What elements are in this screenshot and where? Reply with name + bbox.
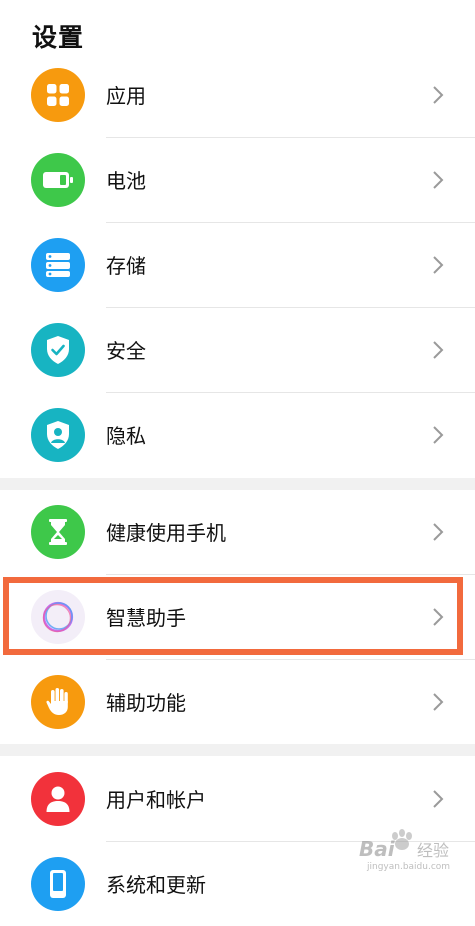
chevron-right-icon [433,425,444,444]
settings-item-privacy[interactable]: 隐私 [0,392,475,477]
chevron-right-icon [433,340,444,359]
privacy-shield-icon [31,407,85,462]
chevron-right-icon [433,170,444,189]
chevron-right-icon [433,522,444,541]
storage-icon [31,237,85,292]
chevron-right-icon [433,692,444,711]
settings-item-label: 电池 [106,169,146,193]
chevron-right-icon [433,607,444,626]
settings-item-label: 隐私 [106,424,146,448]
shield-check-icon [31,322,85,377]
chevron-right-icon [433,255,444,274]
user-icon [31,771,85,826]
chevron-right-icon [433,789,444,808]
settings-item-storage[interactable]: 存储 [0,222,475,307]
hand-icon [31,674,85,729]
battery-icon [31,152,85,207]
settings-item-security[interactable]: 安全 [0,307,475,392]
page-title: 设置 [32,23,85,52]
settings-item-label: 存储 [106,254,146,278]
settings-item-label: 健康使用手机 [106,521,226,545]
settings-item-label: 安全 [106,339,146,363]
settings-item-label: 用户和帐户 [106,788,206,812]
chevron-right-icon [433,85,444,104]
settings-item-label: 应用 [106,84,146,108]
settings-item-accessibility[interactable]: 辅助功能 [0,659,475,744]
settings-item-battery[interactable]: 电池 [0,137,475,222]
settings-item-label: 系统和更新 [106,873,206,897]
baidu-jingyan-watermark: Bai 经验 jingyan.baidu.com [359,829,450,872]
section-gap [0,744,475,756]
settings-item-label: 辅助功能 [106,691,186,715]
svg-text:jingyan.baidu.com: jingyan.baidu.com [366,862,450,872]
svg-text:Bai: Bai [359,837,396,861]
settings-item-apps[interactable]: 应用 [0,52,475,137]
settings-item-smart-assistant[interactable]: 智慧助手 [0,574,475,659]
settings-item-label: 智慧助手 [106,606,186,630]
settings-item-digital-balance[interactable]: 健康使用手机 [0,489,475,574]
hourglass-icon [31,504,85,559]
phone-icon [31,856,85,911]
smart-assistant-icon [31,589,85,644]
svg-text:经验: 经验 [417,841,449,860]
apps-grid-icon [31,67,85,122]
